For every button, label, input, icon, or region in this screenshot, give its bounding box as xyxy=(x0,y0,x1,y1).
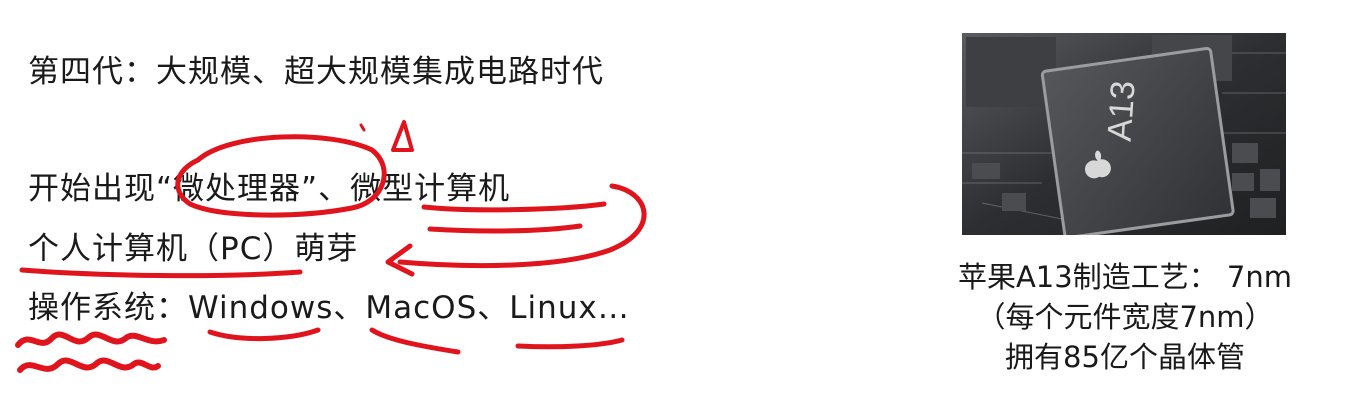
ink-squiggle-os xyxy=(15,331,167,348)
ink-underline-microcomputer-2 xyxy=(427,223,583,234)
ink-underline-windows xyxy=(207,327,321,342)
caption-process-node: 苹果A13制造工艺： 7nm xyxy=(957,260,1293,294)
ink-underline-linux xyxy=(515,337,625,350)
microprocessor-line: 开始出现“微处理器”、微型计算机 xyxy=(28,171,511,207)
chip-marking: A13 xyxy=(1101,80,1143,143)
ink-squiggle-os-2 xyxy=(17,357,161,373)
ink-triangle-mark xyxy=(391,120,414,152)
caption-component-width: （每个元件宽度7nm） xyxy=(976,300,1274,334)
personal-computer-line: 个人计算机（PC）萌芽 xyxy=(28,231,359,267)
slide-heading: 第四代：大规模、超大规模集成电路时代 xyxy=(28,54,604,90)
a13-chip-photo: A13 xyxy=(962,33,1286,235)
ink-underline-macos xyxy=(369,327,461,355)
ink-underline-pc xyxy=(19,267,303,279)
ink-tick-mark xyxy=(359,123,366,132)
ink-arrow-head xyxy=(385,243,415,277)
caption-transistor-count: 拥有85亿个晶体管 xyxy=(1005,340,1245,374)
operating-system-line: 操作系统：Windows、MacOS、Linux… xyxy=(28,290,630,326)
